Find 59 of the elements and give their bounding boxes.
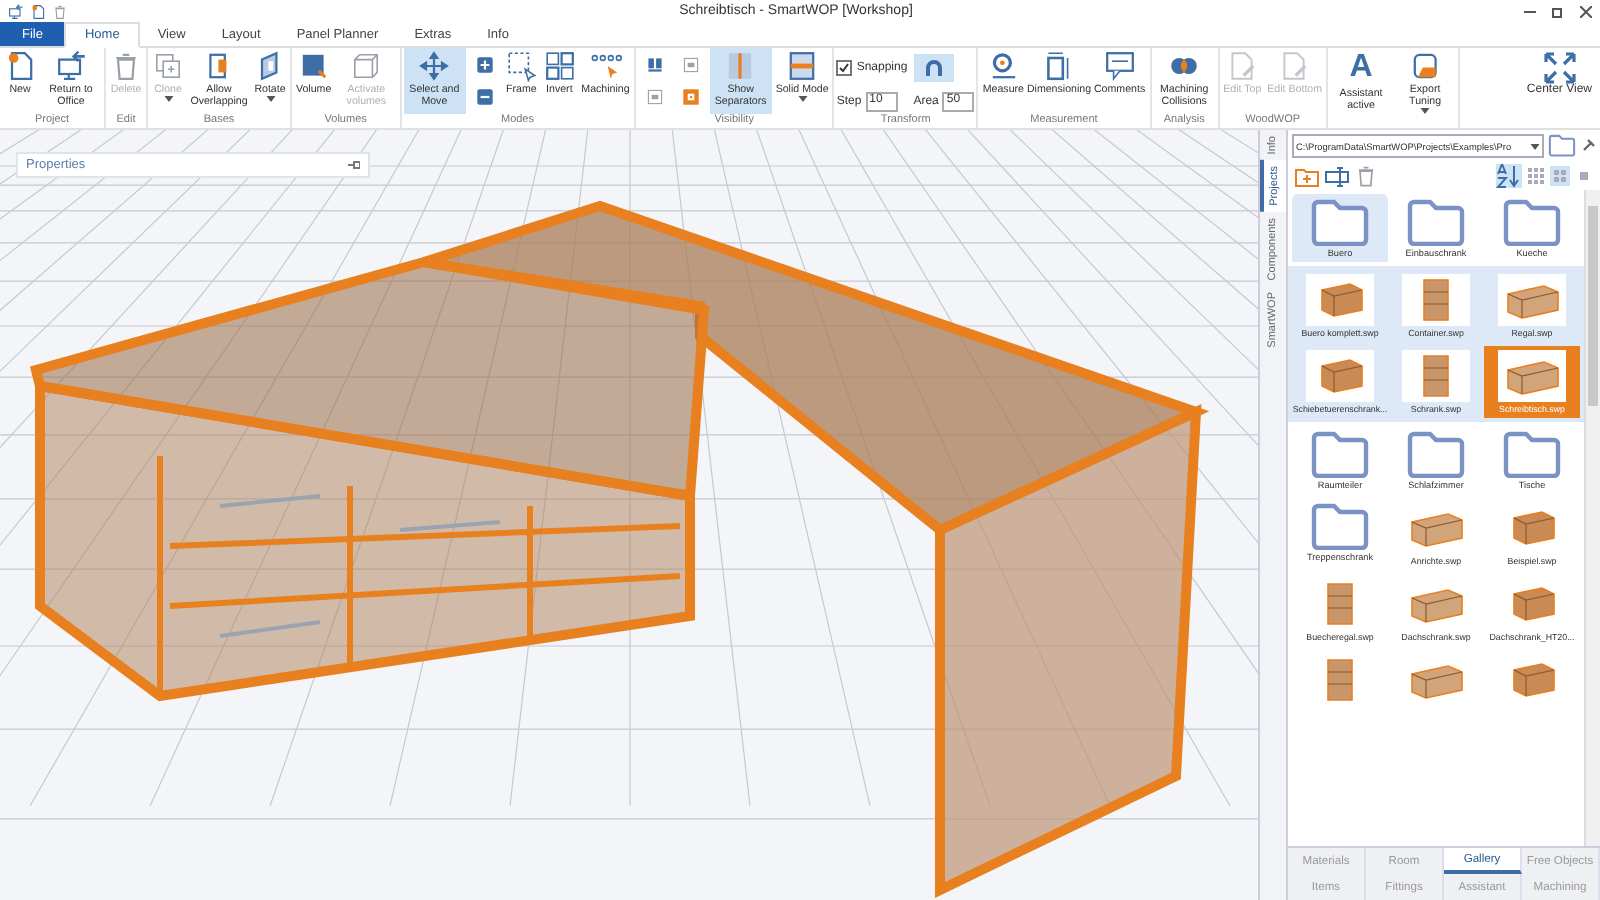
- toolbar-button[interactable]: [471, 51, 498, 78]
- folder-add-icon: [1294, 165, 1320, 187]
- folder-icon: [1310, 198, 1370, 246]
- delete-button[interactable]: [1354, 164, 1378, 188]
- grid-view-icon: [1526, 166, 1546, 186]
- folder-icon: [1406, 198, 1466, 246]
- folder-icon: [1406, 430, 1466, 478]
- cube-outline-icon: [350, 50, 383, 82]
- pin-icon[interactable]: [1580, 138, 1596, 154]
- sort-icon: [1496, 164, 1522, 188]
- document-edit-icon: [1226, 50, 1259, 82]
- minus-icon: [473, 86, 496, 109]
- export-icon: [1409, 50, 1442, 82]
- furniture-thumbnail: [1306, 274, 1374, 326]
- caret-icon: [1530, 143, 1540, 149]
- folder-icon: [1502, 430, 1562, 478]
- trash-icon: [1354, 164, 1378, 188]
- center-view-icon: [1543, 52, 1576, 84]
- sort-button[interactable]: [1496, 164, 1522, 188]
- layout-icon: [643, 53, 666, 76]
- toolbar-button[interactable]: [913, 54, 954, 83]
- furniture-thumbnail: [1498, 274, 1566, 326]
- lens-icon: [987, 50, 1020, 82]
- move-icon: [418, 50, 451, 82]
- checkbox[interactable]: [836, 60, 853, 77]
- furniture-thumbnail: [1402, 350, 1470, 402]
- dots-icon: [589, 50, 622, 82]
- furniture-thumbnail: [1402, 274, 1470, 326]
- trash-icon: [52, 3, 68, 19]
- restore-icon[interactable]: [1552, 5, 1564, 17]
- toolbar-button[interactable]: [677, 84, 704, 111]
- solid-box-icon: [786, 50, 819, 82]
- squares-icon: [543, 50, 576, 82]
- box-icon: [679, 53, 702, 76]
- trash-icon: [110, 50, 142, 82]
- document-edit-icon: [1278, 50, 1311, 82]
- pin-icon[interactable]: [348, 160, 360, 170]
- separator-icon: [724, 50, 757, 82]
- magnet-icon: [923, 58, 944, 79]
- furniture-thumbnail: [1306, 350, 1374, 402]
- rename-icon: [1324, 165, 1350, 187]
- grid-view-icon: [1550, 166, 1570, 186]
- square-icon: [1574, 166, 1594, 186]
- toolbar-button[interactable]: [471, 84, 498, 111]
- plus-icon: [473, 53, 496, 76]
- cube-icon: [297, 50, 330, 82]
- folder-icon: [1310, 430, 1370, 478]
- minimize-icon[interactable]: [1524, 5, 1536, 17]
- rename-button[interactable]: [1324, 165, 1350, 187]
- box-icon: [643, 86, 666, 109]
- folder-icon: [1502, 198, 1562, 246]
- box-icon: [679, 86, 702, 109]
- view-button[interactable]: [1574, 166, 1594, 186]
- furniture-thumbnail: [1498, 350, 1566, 402]
- close-icon[interactable]: [1580, 5, 1592, 17]
- folder-icon: [1310, 502, 1370, 550]
- letter-icon: A: [1349, 50, 1373, 86]
- view-button[interactable]: [1526, 166, 1546, 186]
- new-folder-button[interactable]: [1294, 165, 1320, 187]
